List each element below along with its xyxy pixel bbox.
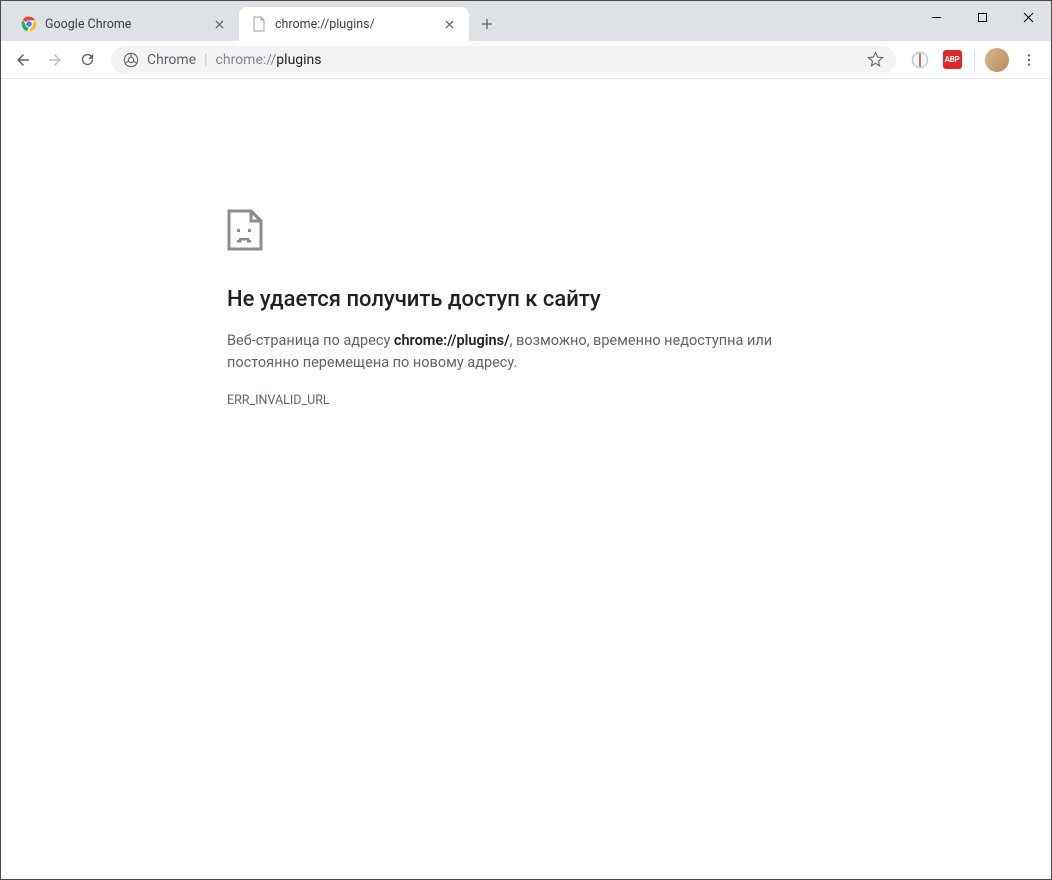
omnibox-url: chrome://plugins [216,52,322,68]
browser-window: Google Chrome chrome://plugins/ [0,0,1052,880]
error-code: ERR_INVALID_URL [227,393,827,408]
tab-title: Google Chrome [45,17,203,32]
bookmark-star-icon[interactable] [867,51,884,68]
tab-close-icon[interactable] [211,16,227,32]
error-title: Не удается получить доступ к сайту [227,287,827,312]
window-controls [913,1,1051,33]
page-favicon-icon [251,16,267,32]
sad-file-icon [227,209,263,251]
error-message: Веб-страница по адресу chrome://plugins/… [227,330,827,375]
omnibox-chip: Chrome [147,52,196,68]
tab-title: chrome://plugins/ [275,17,433,32]
tab-google-chrome[interactable]: Google Chrome [9,7,239,41]
abp-extension-icon[interactable]: ABP [938,46,966,74]
menu-button[interactable] [1015,46,1043,74]
page-content: Не удается получить доступ к сайту Веб-с… [1,79,1051,879]
profile-avatar[interactable] [983,46,1011,74]
toolbar-separator [974,50,975,70]
toolbar: Chrome | chrome://plugins ABP [1,41,1051,79]
tab-close-icon[interactable] [441,16,457,32]
maximize-button[interactable] [959,1,1005,33]
new-tab-button[interactable] [473,10,501,38]
yandex-extension-icon[interactable] [906,46,934,74]
forward-button[interactable] [41,46,69,74]
omnibox[interactable]: Chrome | chrome://plugins [111,46,896,74]
back-button[interactable] [9,46,37,74]
reload-button[interactable] [73,46,101,74]
chrome-favicon-icon [21,16,37,32]
tab-strip: Google Chrome chrome://plugins/ [1,1,1051,41]
error-panel: Не удается получить доступ к сайту Веб-с… [227,209,827,408]
minimize-button[interactable] [913,1,959,33]
close-window-button[interactable] [1005,1,1051,33]
chrome-chip-icon [123,52,139,68]
avatar-icon [985,48,1009,72]
omnibox-separator: | [204,52,207,68]
tab-plugins[interactable]: chrome://plugins/ [239,7,469,41]
